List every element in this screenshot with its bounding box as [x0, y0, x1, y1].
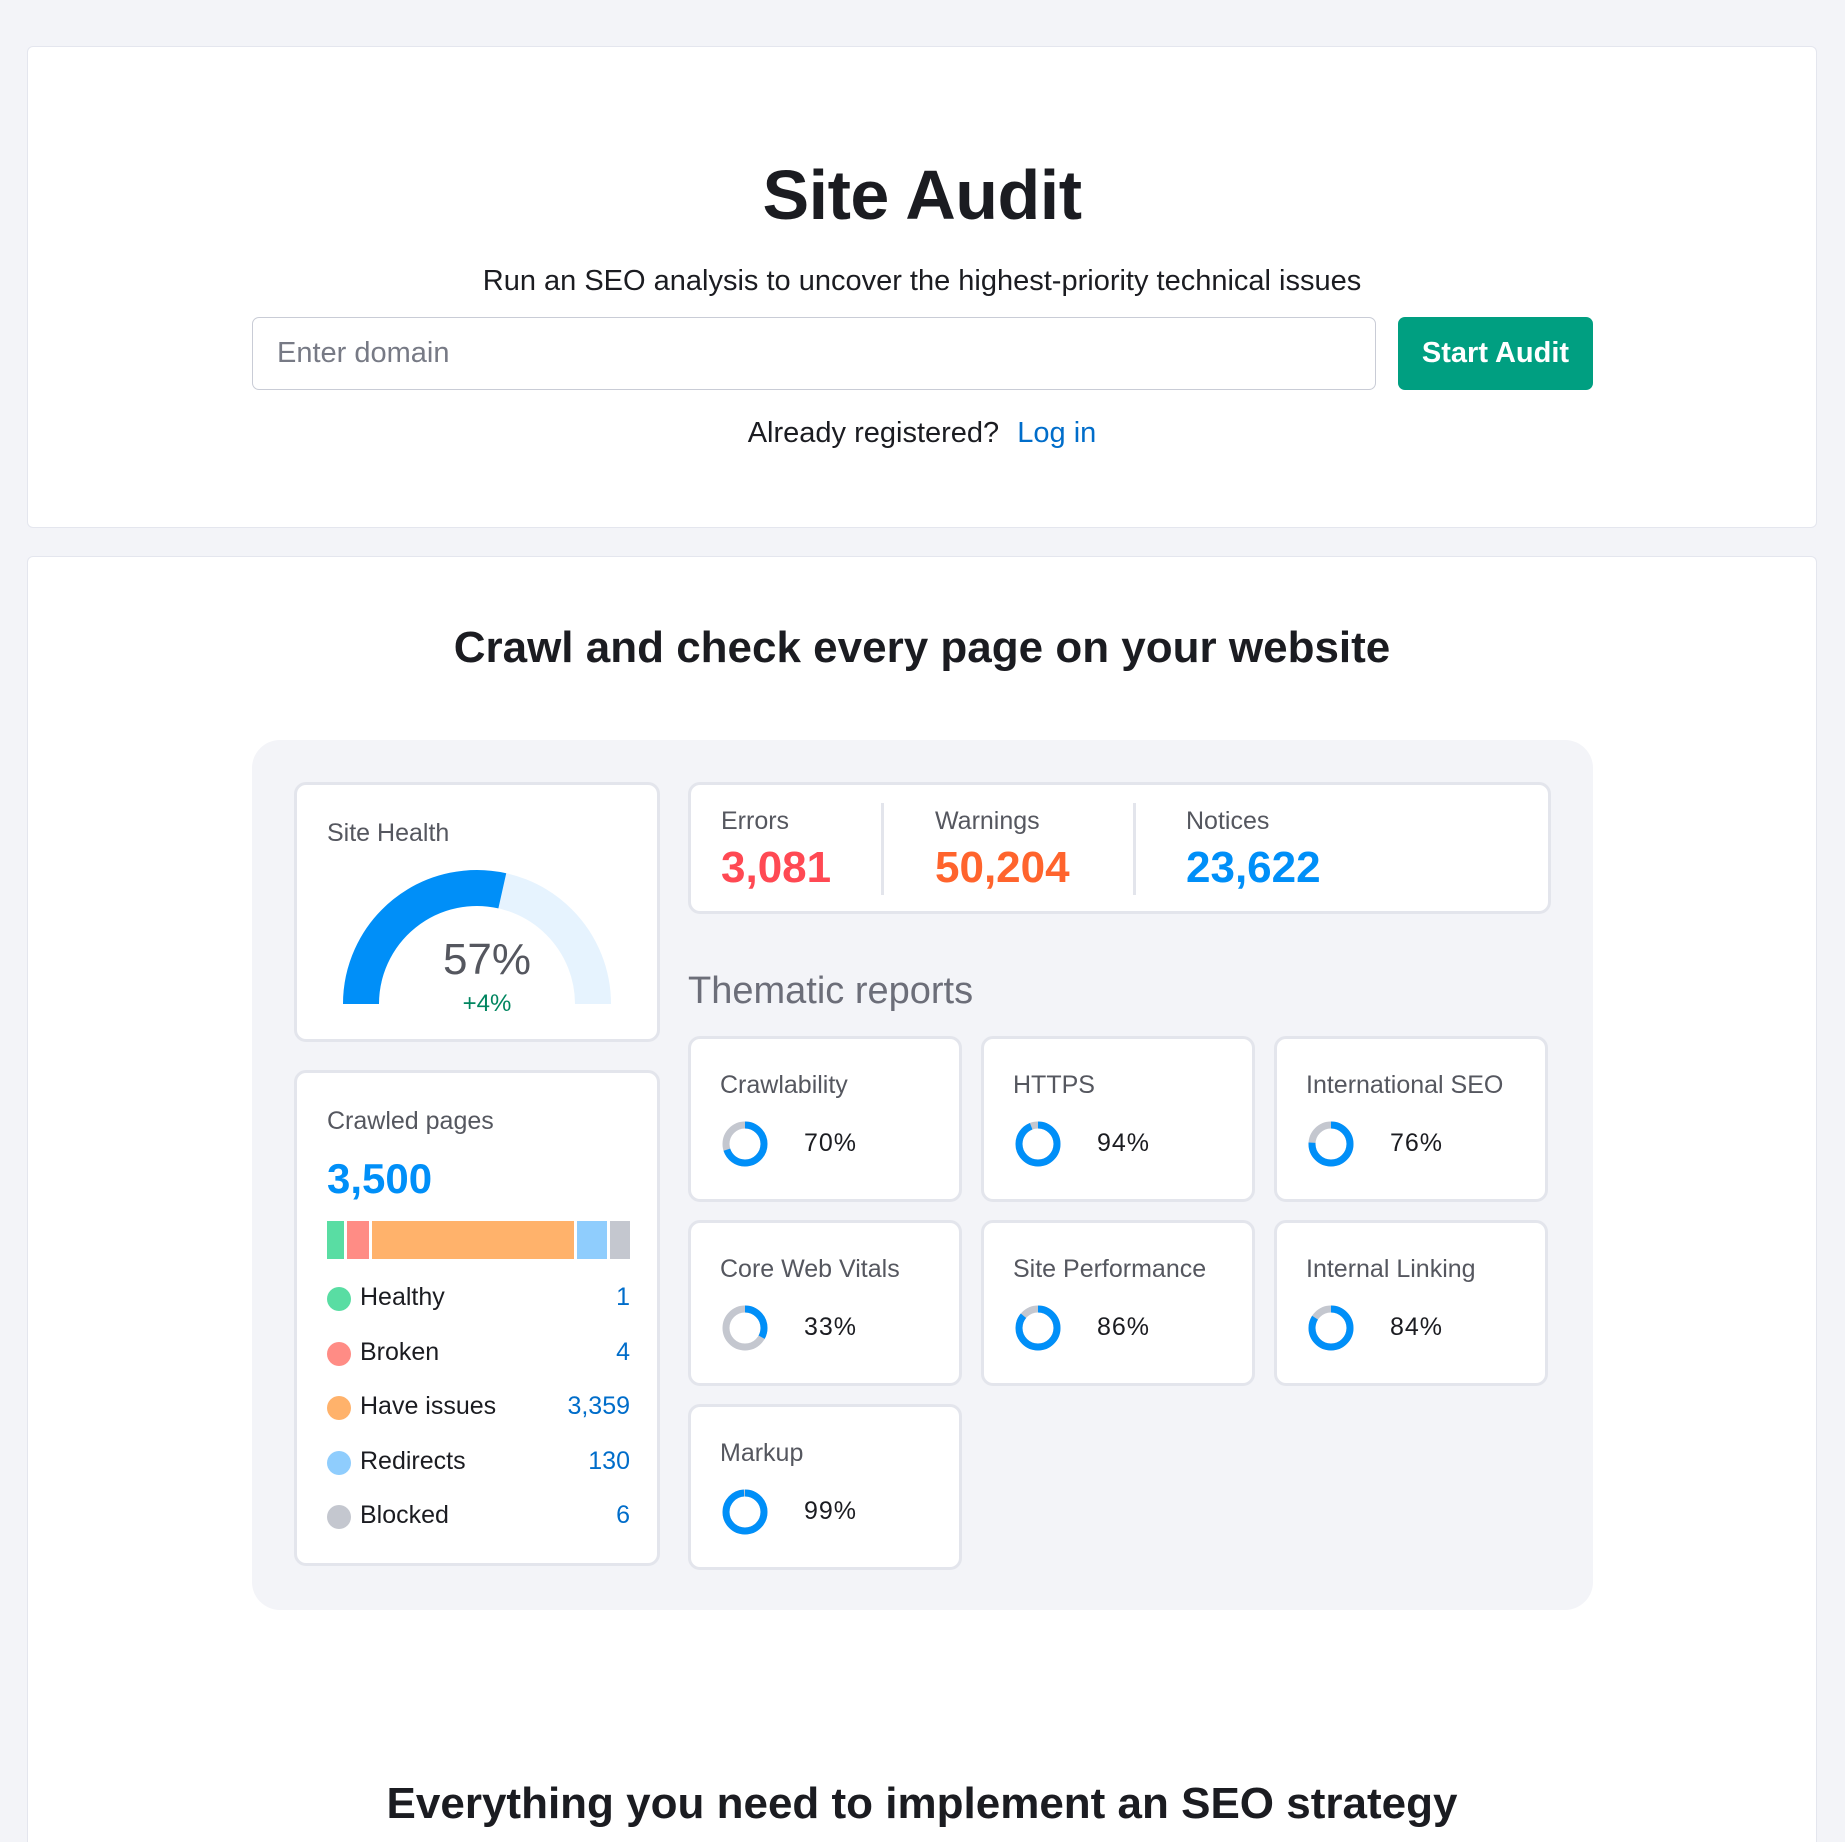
report-ring-icon [1308, 1305, 1354, 1351]
ring-progress [722, 1489, 768, 1535]
login-link[interactable]: Log in [1017, 417, 1096, 449]
report-ring-icon [722, 1489, 768, 1535]
crawled-pages-total: 3,500 [327, 1155, 433, 1202]
crawled-pages-legend: Healthy 1 Broken 4 Have issues 3,359 Redirects… [327, 1283, 630, 1556]
site-health-widget: Site Health 57% +4% [294, 782, 660, 1042]
thematic-reports-title: Thematic reports [688, 970, 974, 1012]
report-label: Crawlability [720, 1071, 848, 1099]
report-label: Core Web Vitals [720, 1255, 900, 1283]
dashboard-preview: Site Health 57% +4% Crawled pages 3,500 … [252, 740, 1593, 1610]
issues-divider [1133, 803, 1136, 895]
issues-divider [881, 803, 884, 895]
report-percent: 94% [1097, 1129, 1151, 1157]
crawled-pages-label: Crawled pages [327, 1107, 494, 1135]
legend-label: Blocked [360, 1501, 449, 1529]
legend-value[interactable]: 4 [616, 1338, 630, 1367]
legend-value[interactable]: 6 [616, 1501, 630, 1530]
errors-value: 3,081 [721, 843, 832, 892]
legend-dot [327, 1341, 351, 1366]
domain-input[interactable] [252, 317, 1376, 390]
report-ring-icon [722, 1305, 768, 1351]
report-percent: 70% [804, 1129, 858, 1157]
legend-dot [327, 1505, 351, 1529]
legend-label: Broken [360, 1337, 440, 1366]
report-card-international-seo[interactable]: International SEO 76% [1274, 1036, 1548, 1202]
legend-row: Blocked 6 [327, 1501, 630, 1556]
legend-label: Healthy [360, 1283, 445, 1311]
site-health-percent: 57% [442, 935, 532, 984]
legend-row: Redirects 130 [327, 1447, 630, 1502]
strategy-heading: Everything you need to implement an SEO … [386, 1779, 1458, 1828]
report-card-https[interactable]: HTTPS 94% [981, 1036, 1255, 1202]
report-ring-icon [1308, 1121, 1354, 1167]
site-health-delta: +4% [462, 990, 512, 1017]
errors-label: Errors [721, 807, 790, 835]
report-label: Internal Linking [1306, 1255, 1476, 1283]
legend-row: Broken 4 [327, 1338, 630, 1393]
bar-segment-redirects [576, 1221, 607, 1259]
report-card-core-web-vitals[interactable]: Core Web Vitals 33% [688, 1220, 962, 1386]
notices-value: 23,622 [1186, 843, 1321, 892]
legend-dot [327, 1396, 351, 1420]
report-card-site-performance[interactable]: Site Performance 86% [981, 1220, 1255, 1386]
report-label: Markup [720, 1439, 804, 1467]
warnings-value: 50,204 [935, 843, 1070, 892]
report-card-markup[interactable]: Markup 99% [688, 1404, 962, 1570]
registered-text: Already registered? [747, 417, 1000, 449]
bar-segment-have-issues [371, 1221, 574, 1259]
login-prompt: Already registered? Log in [28, 417, 1816, 450]
legend-value[interactable]: 3,359 [567, 1392, 630, 1421]
report-ring-icon [1015, 1121, 1061, 1167]
hero-card: Site Audit Run an SEO analysis to uncove… [27, 46, 1817, 528]
legend-dot [327, 1450, 351, 1475]
crawled-pages-widget: Crawled pages 3,500 Healthy 1 Broken 4 Have … [294, 1070, 660, 1566]
report-percent: 33% [804, 1313, 858, 1341]
report-percent: 84% [1390, 1313, 1444, 1341]
legend-row: Healthy 1 [327, 1283, 630, 1338]
report-ring-icon [1015, 1305, 1061, 1351]
report-label: HTTPS [1013, 1071, 1095, 1099]
legend-label: Have issues [360, 1392, 497, 1420]
report-card-internal-linking[interactable]: Internal Linking 84% [1274, 1220, 1548, 1386]
report-card-crawlability[interactable]: Crawlability 70% [688, 1036, 962, 1202]
page-title: Site Audit [762, 156, 1082, 234]
legend-label: Redirects [360, 1446, 466, 1475]
site-health-label: Site Health [327, 819, 450, 847]
issues-summary: Errors 3,081 Warnings 50,204 Notices 23,… [688, 782, 1551, 914]
legend-value[interactable]: 1 [616, 1283, 630, 1312]
legend-row: Have issues 3,359 [327, 1392, 630, 1447]
report-percent: 86% [1097, 1313, 1151, 1341]
crawled-pages-bar [327, 1221, 630, 1259]
bar-segment-blocked [609, 1221, 630, 1259]
page-subtitle: Run an SEO analysis to uncover the highe… [482, 265, 1362, 297]
features-card: Crawl and check every page on your websi… [27, 556, 1817, 1842]
start-audit-button[interactable]: Start Audit [1398, 317, 1593, 390]
legend-value[interactable]: 130 [588, 1447, 630, 1476]
ring-progress [1015, 1121, 1061, 1167]
report-label: Site Performance [1013, 1255, 1207, 1283]
report-label: International SEO [1306, 1071, 1504, 1099]
report-percent: 76% [1390, 1129, 1444, 1157]
report-percent: 99% [804, 1497, 858, 1525]
report-ring-icon [722, 1121, 768, 1167]
notices-label: Notices [1186, 807, 1270, 835]
warnings-label: Warnings [935, 807, 1040, 835]
legend-dot [327, 1287, 351, 1311]
crawl-heading: Crawl and check every page on your websi… [453, 623, 1391, 672]
bar-segment-healthy [327, 1221, 344, 1259]
bar-segment-broken [346, 1221, 369, 1259]
